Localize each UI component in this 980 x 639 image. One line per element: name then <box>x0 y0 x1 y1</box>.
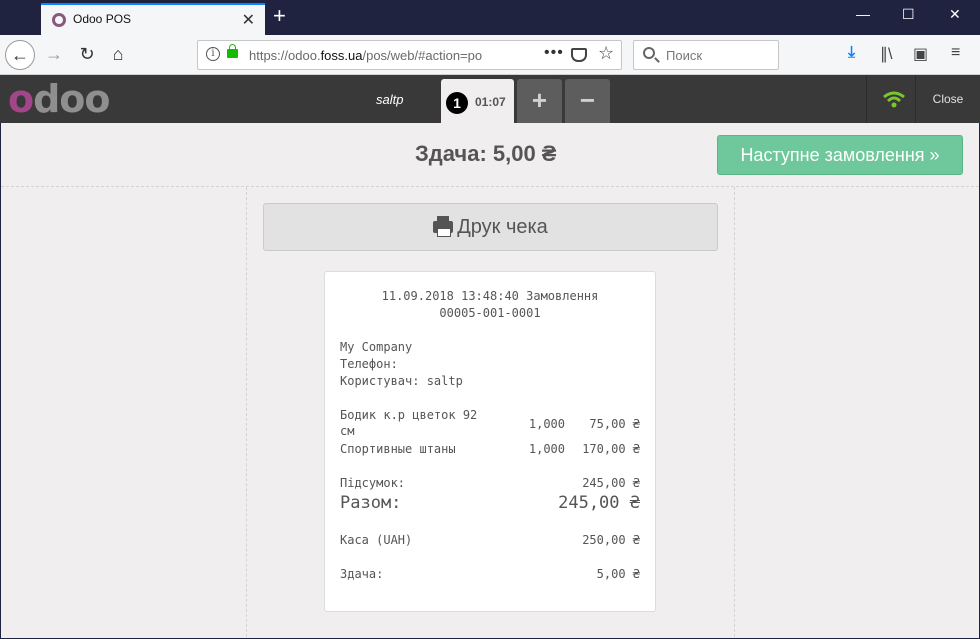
receipt-user: Користувач: saltp <box>340 374 463 388</box>
search-placeholder: Поиск <box>666 48 703 63</box>
receipt-company: My Company <box>340 340 413 354</box>
remove-order-button[interactable]: − <box>565 79 610 123</box>
receipt-payment-value: 250,00 ₴ <box>582 533 640 547</box>
add-order-button[interactable]: + <box>517 79 562 123</box>
print-receipt-label: Друк чека <box>457 216 548 238</box>
url-path: /pos/web/#action=po <box>362 48 483 63</box>
receipt-line-name: Спортивные штаны <box>340 442 456 456</box>
minimize-button[interactable]: — <box>856 6 870 22</box>
order-tab-selected[interactable]: 1 01:07 <box>441 79 514 123</box>
pos-header: odoo saltp 1 01:07 + − Close <box>0 75 980 123</box>
receipt-change-label: Здача: <box>340 567 384 581</box>
window-close-button[interactable]: ✕ <box>949 6 961 23</box>
column-divider <box>246 187 247 638</box>
library-icon[interactable]: ∥\ <box>880 44 892 64</box>
reload-icon[interactable]: ↻ <box>72 40 102 70</box>
receipt: 11.09.2018 13:48:40 Замовлення 00005-001… <box>324 271 656 612</box>
odoo-logo: odoo <box>8 77 111 121</box>
download-icon[interactable]: ⤓ <box>848 44 855 62</box>
order-time: 01:07 <box>475 95 506 109</box>
receipt-line-name-cont: см <box>340 424 355 438</box>
receipt-line-name: Бодик к.р цветок 92 <box>340 408 478 422</box>
browser-titlebar: Odoo POS ✕ + — ☐ ✕ <box>0 0 980 35</box>
receipt-phone: Телефон: <box>340 357 398 371</box>
back-arrow-icon[interactable]: ← <box>5 40 35 70</box>
receipt-line-price: 170,00 ₴ <box>582 442 640 456</box>
tab-title: Odoo POS <box>73 12 132 26</box>
receipt-change-value: 5,00 ₴ <box>596 567 640 581</box>
close-pos-button[interactable]: Close <box>916 75 980 123</box>
receipt-subtotal-value: 245,00 ₴ <box>582 476 640 490</box>
receipt-top-bar: Здача: 5,00 ₴ Наступне замовлення » <box>1 123 979 187</box>
receipt-line-qty: 1,000 <box>528 417 565 431</box>
address-bar[interactable]: i https://odoo.foss.ua/pos/web/#action=p… <box>197 40 622 70</box>
receipt-screen: Здача: 5,00 ₴ Наступне замовлення » Друк… <box>1 123 979 638</box>
receipt-line-price: 75,00 ₴ <box>589 417 640 431</box>
receipt-total-value: 245,00 ₴ <box>558 493 640 513</box>
tab-close-icon[interactable]: ✕ <box>242 10 255 30</box>
receipt-header-date: 11.09.2018 13:48:40 Замовлення <box>381 289 599 303</box>
change-amount-title: Здача: 5,00 ₴ <box>415 141 557 166</box>
url-domain: foss.ua <box>320 48 363 63</box>
site-info-icon[interactable]: i <box>206 47 220 61</box>
page-actions-icon[interactable]: ••• <box>544 44 564 62</box>
column-divider <box>734 187 735 638</box>
header-divider <box>866 75 867 123</box>
maximize-button[interactable]: ☐ <box>902 6 915 23</box>
search-icon <box>643 47 655 59</box>
url-text[interactable]: https://odoo.foss.ua/pos/web/#action=po <box>249 48 539 63</box>
pocket-icon[interactable] <box>571 48 587 62</box>
home-icon[interactable]: ⌂ <box>103 40 133 70</box>
printer-icon <box>433 216 454 237</box>
receipt-order-ref: 00005-001-0001 <box>439 306 541 320</box>
odoo-favicon-icon <box>52 13 66 27</box>
receipt-payment-label: Каса (UAH) <box>340 533 413 547</box>
search-bar[interactable]: Поиск <box>633 40 779 70</box>
wifi-icon <box>883 91 905 108</box>
new-tab-button[interactable]: + <box>273 3 286 29</box>
forward-arrow-icon[interactable]: → <box>39 40 69 70</box>
browser-tab[interactable]: Odoo POS ✕ <box>41 3 265 35</box>
lock-icon <box>227 44 238 58</box>
sidebar-icon[interactable]: ▣ <box>913 44 928 64</box>
browser-navbar: ← → ↻ ⌂ i https://odoo.foss.ua/pos/web/#… <box>0 35 980 75</box>
receipt-line-qty: 1,000 <box>528 442 565 456</box>
url-prefix: https://odoo. <box>249 48 321 63</box>
receipt-subtotal-label: Підсумок: <box>340 476 406 490</box>
username[interactable]: saltp <box>376 92 403 107</box>
print-receipt-button[interactable]: Друк чека <box>263 203 718 251</box>
next-order-button[interactable]: Наступне замовлення » <box>717 135 963 175</box>
menu-icon[interactable]: ≡ <box>951 44 960 62</box>
bookmark-star-icon[interactable]: ☆ <box>598 43 614 64</box>
order-number-badge: 1 <box>446 92 468 114</box>
receipt-total-label: Разом: <box>340 493 402 513</box>
